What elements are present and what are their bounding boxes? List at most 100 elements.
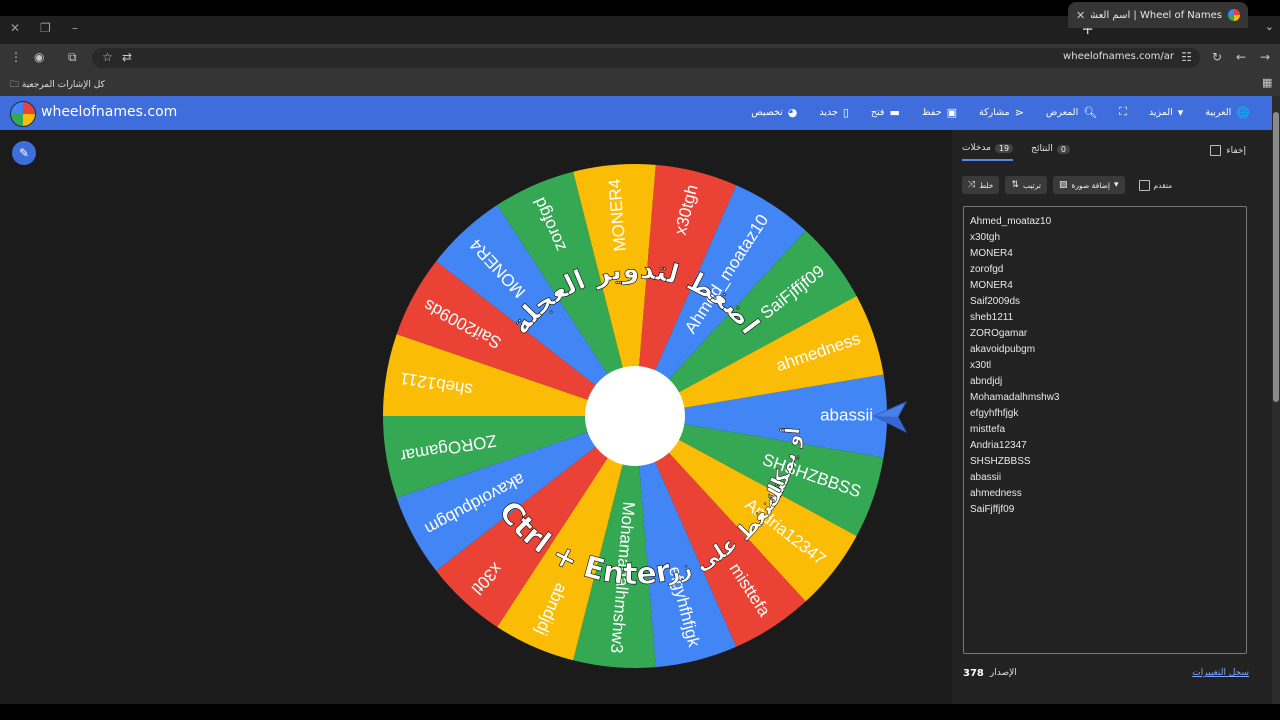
header-nav: 🌐 العربية ▾ المزيد ⛶ 🔍︎ المعرض ⋖ مشاركة ▣ حفظ…	[751, 105, 1250, 119]
palette-icon: ◕	[787, 105, 798, 119]
entry-line: MONER4	[970, 248, 1013, 259]
nav-open[interactable]: ▬ فتح	[871, 105, 900, 119]
globe-icon: 🌐	[1236, 105, 1250, 119]
url-text: wheelofnames.com/ar	[1063, 51, 1174, 62]
nav-gallery[interactable]: 🔍︎ المعرض	[1046, 105, 1097, 119]
profile-icon[interactable]: ◉	[34, 50, 44, 64]
entry-line: abndjdj	[970, 376, 1003, 387]
window-minimize-icon[interactable]: –	[72, 21, 78, 35]
entries-toolbar: ⤨ خلط ⇅ ترتيب ▨ إضافة صورة ▾ متقدم	[962, 176, 1172, 194]
hide-checkbox[interactable]	[1210, 145, 1222, 156]
entry-line: akavoidpubgm	[970, 344, 1036, 355]
wheel-slice-label: abassii	[820, 405, 873, 424]
bookmark-star-icon[interactable]: ☆	[102, 50, 113, 64]
entry-line: zorofgd	[970, 264, 1004, 275]
all-bookmarks-link[interactable]: كل الإشارات المرجعية 🗀	[10, 77, 105, 93]
entry-line: efgyhfhfjgk	[970, 408, 1019, 419]
nav-share-label: مشاركة	[978, 106, 1010, 118]
nav-save[interactable]: ▣ حفظ	[922, 105, 957, 119]
wheel-pointer-icon	[872, 400, 908, 434]
chevron-down-icon: ▾	[1177, 105, 1184, 119]
window-close-icon[interactable]: ✕	[10, 21, 20, 35]
entry-line: ZOROgamar	[970, 328, 1028, 339]
shuffle-label: خلط	[979, 180, 994, 190]
search-icon: 🔍︎	[1083, 105, 1098, 119]
address-bar[interactable]: ☆ ⇄ wheelofnames.com/ar ☷	[92, 48, 1200, 68]
nav-share[interactable]: ⋖ مشاركة	[979, 105, 1024, 119]
browser-toolbar: ⋮ ◉ ⧉ ☆ ⇄ wheelofnames.com/ar ☷ ↻ ← →	[0, 44, 1280, 72]
entry-line: sheb1211	[970, 312, 1014, 323]
nav-language-label: العربية	[1205, 106, 1232, 118]
nav-open-label: فتح	[870, 106, 885, 118]
shuffle-icon: ⤨	[968, 180, 976, 190]
edit-pencil-icon[interactable]: ✎	[12, 141, 36, 165]
entry-line: abassii	[970, 472, 1002, 483]
file-icon: ▯	[842, 105, 849, 119]
nav-customize[interactable]: ◕ تخصيص	[751, 105, 797, 119]
entry-line: Ahmed_moataz10	[970, 216, 1052, 227]
hide-label: إخفاء	[1226, 145, 1246, 156]
wheel-center-hub[interactable]	[585, 366, 685, 466]
changelog-link[interactable]: سجل التغييرات	[1192, 668, 1249, 678]
advanced-checkbox[interactable]	[1138, 179, 1150, 191]
version-number: 378	[963, 668, 984, 679]
nav-more[interactable]: ▾ المزيد	[1149, 105, 1183, 119]
apps-grid-icon[interactable]: ▦	[1262, 76, 1272, 89]
extensions-icon[interactable]: ⧉	[68, 50, 77, 65]
wheel-logo-icon[interactable]	[10, 101, 36, 127]
shuffle-button[interactable]: ⤨ خلط	[962, 176, 1000, 194]
entry-line: SaiFjffjf09	[970, 504, 1015, 515]
tab-close-icon[interactable]: ✕	[1076, 9, 1085, 22]
tab-search-chevron-icon[interactable]: ⌄	[1265, 20, 1274, 33]
browser-tab[interactable]: Wheel of Names | اسم العشوائي ✕	[1068, 2, 1248, 28]
menu-kebab-icon[interactable]: ⋮	[10, 50, 22, 64]
hide-toggle[interactable]: إخفاء	[1210, 145, 1246, 156]
fullscreen-icon: ⛶	[1119, 105, 1127, 118]
entry-line: x30tgh	[970, 232, 1001, 243]
folder-icon: ▬	[889, 105, 900, 119]
nav-more-label: المزيد	[1148, 106, 1173, 118]
window-restore-icon[interactable]: ❐	[40, 21, 51, 35]
entry-line: MONER4	[970, 280, 1013, 291]
sort-icon: ⇅	[1011, 180, 1019, 190]
brand-name[interactable]: wheelofnames.com	[41, 104, 177, 120]
results-count-badge: 0	[1056, 144, 1070, 154]
advanced-toggle[interactable]: متقدم	[1138, 179, 1172, 191]
tab-entries-label: مدخلات	[962, 143, 991, 153]
version-info: 378 الإصدار	[963, 668, 1017, 679]
add-image-label: إضافة صورة	[1071, 180, 1110, 190]
all-bookmarks-label: كل الإشارات المرجعية	[21, 80, 105, 90]
entry-line: Mohamadalhmshw3	[970, 392, 1060, 403]
spin-wheel[interactable]: abassiiSHSHZBBSSAndria12347misttefaefgyh…	[382, 163, 888, 669]
scrollbar-thumb[interactable]	[1273, 112, 1279, 402]
translate-icon[interactable]: ⇄	[122, 50, 132, 64]
folder-icon: 🗀	[10, 80, 20, 90]
bottom-black-bar	[0, 704, 1280, 720]
entry-line: x30tl	[970, 360, 992, 371]
entry-line: Saif2009ds	[970, 296, 1021, 307]
nav-language[interactable]: 🌐 العربية	[1205, 105, 1250, 119]
entries-textarea[interactable]: Ahmed_moataz10 x30tgh MONER4 zorofgd MONER4 S…	[963, 206, 1247, 654]
entry-line: ahmedness	[970, 488, 1022, 499]
site-settings-icon[interactable]: ☷	[1181, 50, 1192, 64]
sort-button[interactable]: ⇅ ترتيب	[1005, 176, 1047, 194]
tab-title: Wheel of Names | اسم العشوائي	[1091, 9, 1222, 21]
nav-new-label: جديد	[819, 106, 838, 118]
nav-new[interactable]: ▯ جديد	[819, 105, 849, 119]
entry-line: misttefa	[970, 424, 1006, 435]
save-icon: ▣	[946, 105, 957, 119]
nav-save-label: حفظ	[921, 106, 942, 118]
version-label: الإصدار	[989, 668, 1017, 678]
panel-tabs: 19 مدخلات 0 النتائج	[962, 143, 1070, 161]
forward-icon[interactable]: ←	[1236, 50, 1246, 64]
nav-gallery-label: المعرض	[1045, 106, 1079, 118]
tab-results[interactable]: 0 النتائج	[1031, 143, 1070, 161]
bookmarks-bar: كل الإشارات المرجعية 🗀 ▦	[0, 72, 1280, 97]
nav-customize-label: تخصيص	[751, 106, 783, 118]
tab-entries[interactable]: 19 مدخلات	[962, 143, 1014, 161]
nav-fullscreen[interactable]: ⛶	[1119, 105, 1127, 119]
add-image-button[interactable]: ▨ إضافة صورة ▾	[1052, 176, 1125, 194]
reload-icon[interactable]: ↻	[1212, 50, 1222, 64]
app-header: wheelofnames.com 🌐 العربية ▾ المزيد ⛶ 🔍︎ ال…	[0, 96, 1272, 130]
back-icon[interactable]: →	[1260, 50, 1270, 64]
